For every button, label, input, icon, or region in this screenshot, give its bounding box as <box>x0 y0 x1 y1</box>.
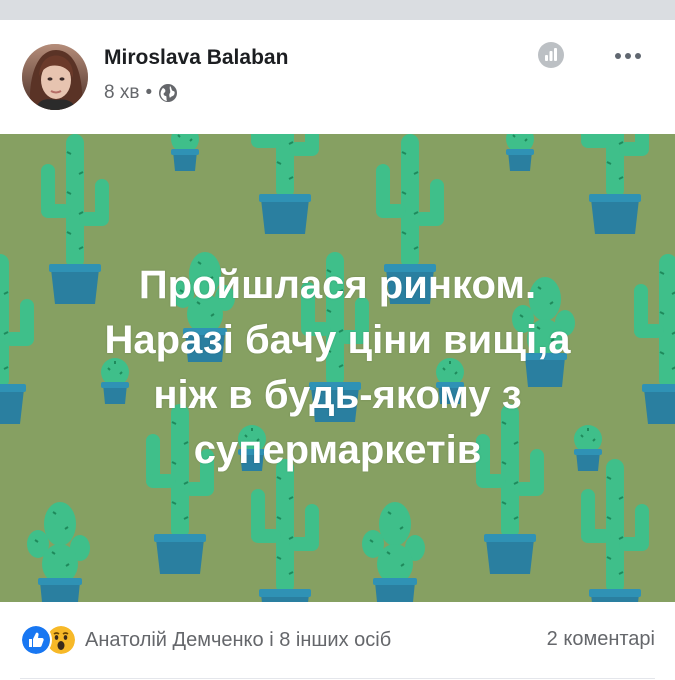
status-background: Пройшлася ринком. Наразі бачу ціни вищі,… <box>0 134 675 602</box>
like-icon <box>20 624 52 656</box>
status-line: супермаркетів <box>193 428 482 472</box>
reactions-text: Анатолій Демченко і 8 інших осіб <box>85 628 392 651</box>
post-footer: Анатолій Демченко і 8 інших осіб 2 комен… <box>0 602 675 680</box>
author-avatar[interactable] <box>22 44 88 110</box>
post-meta: 8 хв • <box>104 82 178 104</box>
feed-top-separator <box>0 0 675 20</box>
more-options-icon[interactable] <box>610 44 646 68</box>
meta-separator: • <box>145 82 153 103</box>
insights-icon[interactable] <box>536 40 566 70</box>
footer-divider <box>20 678 655 679</box>
status-text: Пройшлася ринком. Наразі бачу ціни вищі,… <box>0 134 675 602</box>
status-line: ніж в будь-якому з <box>153 373 522 417</box>
post-time[interactable]: 8 хв <box>104 82 139 104</box>
comments-count[interactable]: 2 коментарі <box>547 628 655 651</box>
author-name[interactable]: Miroslava Balaban <box>104 46 288 70</box>
status-line: Пройшлася ринком. <box>138 263 537 307</box>
globe-icon[interactable] <box>158 83 178 103</box>
reactions-summary[interactable]: Анатолій Демченко і 8 інших осіб <box>20 624 391 656</box>
status-line: Наразі бачу ціни вищі,а <box>104 318 571 362</box>
post-card: Miroslava Balaban 8 хв • Пройшлася ринко… <box>0 22 675 680</box>
